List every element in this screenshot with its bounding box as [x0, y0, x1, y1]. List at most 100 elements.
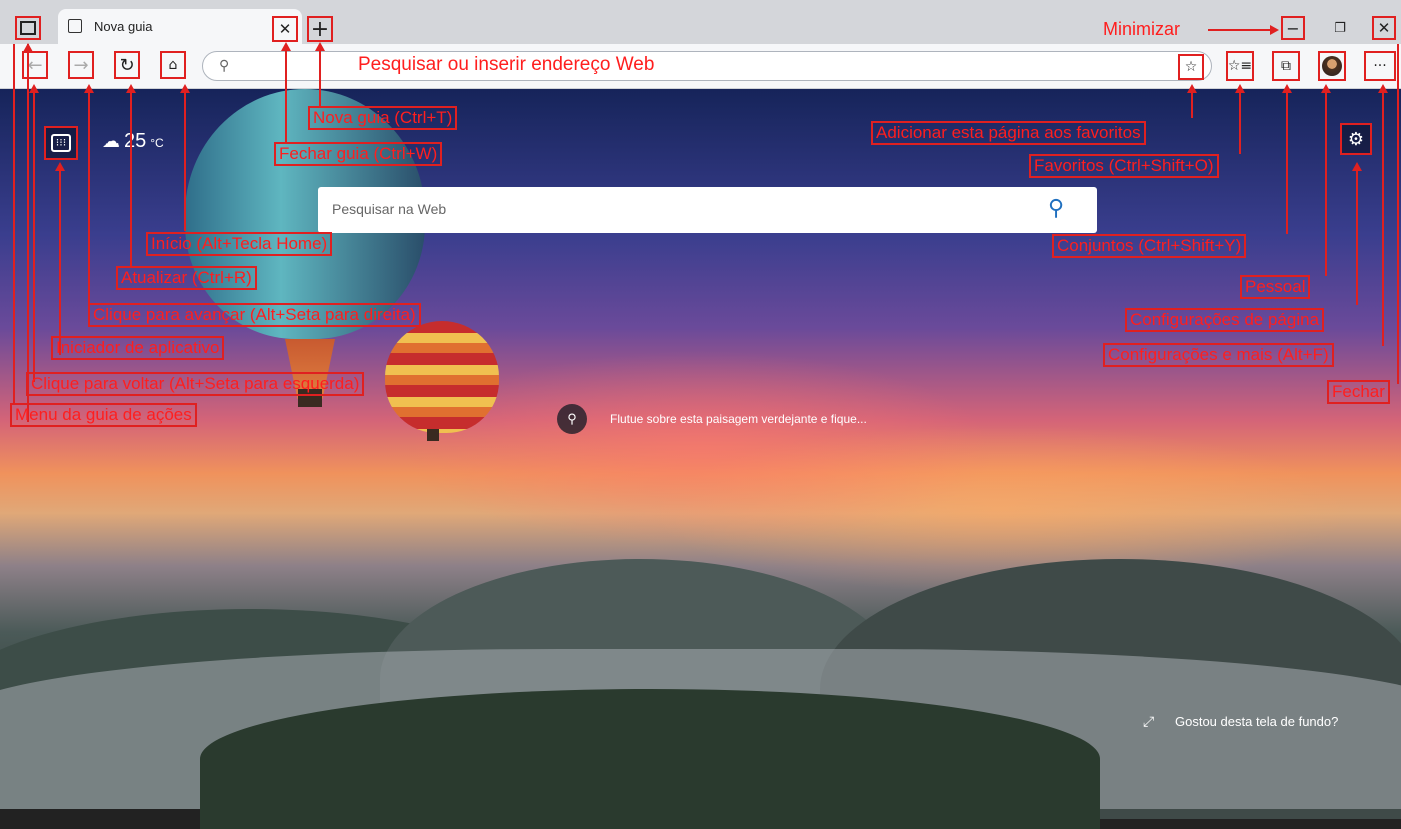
- annotation-line: [319, 44, 321, 106]
- annotation-home: Início (Alt+Tecla Home): [146, 232, 333, 256]
- temperature: 25: [124, 130, 147, 152]
- refresh-icon: ↻: [119, 54, 135, 76]
- annotation-line: [1325, 86, 1327, 276]
- annotation-forward: Clique para avançar (Alt+Seta para direi…: [88, 303, 421, 327]
- annotation-arrow: [180, 84, 190, 93]
- annotation-line: [1356, 165, 1358, 305]
- annotation-arrow: [29, 84, 39, 93]
- tab-nova-guia[interactable]: Nova guia: [58, 9, 302, 45]
- temperature-unit: °C: [150, 136, 164, 150]
- annotation-new-tab: Nova guia (Ctrl+T): [308, 106, 458, 130]
- annotation-line: [130, 86, 132, 266]
- annotation-arrow: [84, 84, 94, 93]
- new-tab-page-icon: [68, 19, 82, 33]
- annotation-line: [1208, 29, 1270, 31]
- annotation-arrow: [1321, 84, 1331, 93]
- weather-widget[interactable]: ☁ 25 °C: [102, 130, 164, 153]
- annotation-line: [1382, 86, 1384, 346]
- annotation-line: [33, 86, 35, 382]
- annotation-arrow: [1235, 84, 1245, 93]
- profile-button[interactable]: [1318, 51, 1346, 81]
- annotation-arrow: [1352, 162, 1362, 171]
- annotation-line: [13, 44, 15, 404]
- restore-icon: ❐: [1334, 20, 1346, 36]
- annotation-arrow: [1187, 84, 1197, 93]
- caption-search-icon[interactable]: ⚲: [557, 404, 587, 434]
- collections-icon: ⧉: [1281, 58, 1291, 74]
- tab-actions-menu-button[interactable]: [15, 16, 41, 40]
- annotation-add-favorite: Adicionar esta página aos favoritos: [871, 121, 1146, 145]
- annotation-page-settings: Configurações de página: [1125, 308, 1325, 332]
- star-plus-icon: ☆: [1184, 59, 1198, 75]
- restore-button[interactable]: ❐: [1328, 16, 1352, 40]
- home-icon: ⌂: [168, 57, 178, 73]
- annotation-line: [1286, 86, 1288, 234]
- annotation-collections: Conjuntos (Ctrl+Shift+Y): [1052, 234, 1247, 258]
- annotation-line: [285, 44, 287, 142]
- grid-icon: ⁝⁝⁝: [50, 134, 72, 152]
- annotation-line: [1397, 44, 1399, 384]
- search-icon[interactable]: ⚲: [1048, 195, 1064, 221]
- minimize-icon: −: [1286, 18, 1300, 38]
- new-tab-button[interactable]: +: [307, 16, 333, 42]
- address-bar[interactable]: ⚲: [202, 51, 1212, 81]
- mountain-shape: [200, 689, 1100, 829]
- add-favorite-button[interactable]: ☆: [1178, 54, 1204, 80]
- page-settings-button[interactable]: ⚙: [1340, 123, 1372, 155]
- minimize-button[interactable]: −: [1281, 16, 1305, 40]
- annotation-line: [59, 165, 61, 355]
- window-close-button[interactable]: ✕: [1372, 16, 1396, 40]
- annotation-back: Clique para voltar (Alt+Seta para esquer…: [26, 372, 365, 396]
- web-search-box[interactable]: Pesquisar na Web ⚲: [318, 187, 1097, 233]
- close-tab-button[interactable]: ✕: [272, 16, 298, 42]
- annotation-profile: Pessoal: [1240, 275, 1311, 299]
- annotation-tab-actions-menu: Menu da guia de ações: [10, 403, 197, 427]
- close-icon: ✕: [278, 20, 292, 38]
- annotation-arrow: [1270, 25, 1279, 35]
- annotation-close-tab: Fechar guia (Ctrl+W): [274, 142, 443, 166]
- annotation-arrow: [281, 42, 291, 51]
- annotation-line: [1239, 86, 1241, 154]
- annotation-line: [27, 44, 29, 422]
- refresh-button[interactable]: ↻: [114, 51, 140, 79]
- annotation-close-window: Fechar: [1327, 380, 1390, 404]
- app-launcher-button[interactable]: ⁝⁝⁝: [44, 126, 78, 160]
- close-icon: ✕: [1377, 19, 1391, 37]
- back-button[interactable]: ←: [22, 51, 48, 79]
- annotation-arrow: [1282, 84, 1292, 93]
- annotation-arrow: [55, 162, 65, 171]
- annotation-arrow: [315, 42, 325, 51]
- plus-icon: +: [310, 16, 330, 42]
- search-placeholder: Pesquisar na Web: [332, 201, 447, 217]
- annotation-favorites: Favoritos (Ctrl+Shift+O): [1029, 154, 1219, 178]
- minimize-annotation: Minimizar: [1103, 19, 1181, 39]
- annotation-settings-more: Configurações e mais (Alt+F): [1103, 343, 1334, 367]
- striped-balloon: [385, 321, 499, 433]
- expand-icon[interactable]: ⤢: [1143, 713, 1154, 730]
- annotation-line: [184, 86, 186, 231]
- annotation-arrow: [1378, 84, 1388, 93]
- annotation-app-launcher: Iniciador de aplicativo: [51, 336, 225, 360]
- arrow-left-icon: ←: [27, 54, 43, 76]
- wallpaper-caption[interactable]: Flutue sobre esta paisagem verdejante e …: [610, 409, 880, 429]
- tab-title: Nova guia: [94, 19, 153, 34]
- favorites-list-icon: ☆≡: [1227, 58, 1253, 74]
- like-wallpaper-link[interactable]: Gostou desta tela de fundo?: [1175, 714, 1338, 729]
- address-bar-annotation: Pesquisar ou inserir endereço Web: [358, 54, 655, 75]
- favorites-button[interactable]: ☆≡: [1226, 51, 1254, 81]
- more-icon: ···: [1373, 58, 1387, 74]
- cloud-icon: ☁: [102, 131, 120, 151]
- annotation-refresh: Atualizar (Ctrl+R): [116, 266, 257, 290]
- forward-button[interactable]: →: [68, 51, 94, 79]
- annotation-arrow: [23, 43, 33, 52]
- annotation-arrow: [126, 84, 136, 93]
- search-icon: ⚲: [219, 57, 230, 73]
- arrow-right-icon: →: [73, 54, 89, 76]
- tab-actions-icon: [20, 21, 36, 35]
- collections-button[interactable]: ⧉: [1272, 51, 1300, 81]
- avatar: [1322, 56, 1342, 76]
- balloon-basket: [427, 429, 439, 441]
- settings-more-button[interactable]: ···: [1364, 51, 1396, 81]
- home-button[interactable]: ⌂: [160, 51, 186, 79]
- gear-icon: ⚙: [1347, 128, 1365, 150]
